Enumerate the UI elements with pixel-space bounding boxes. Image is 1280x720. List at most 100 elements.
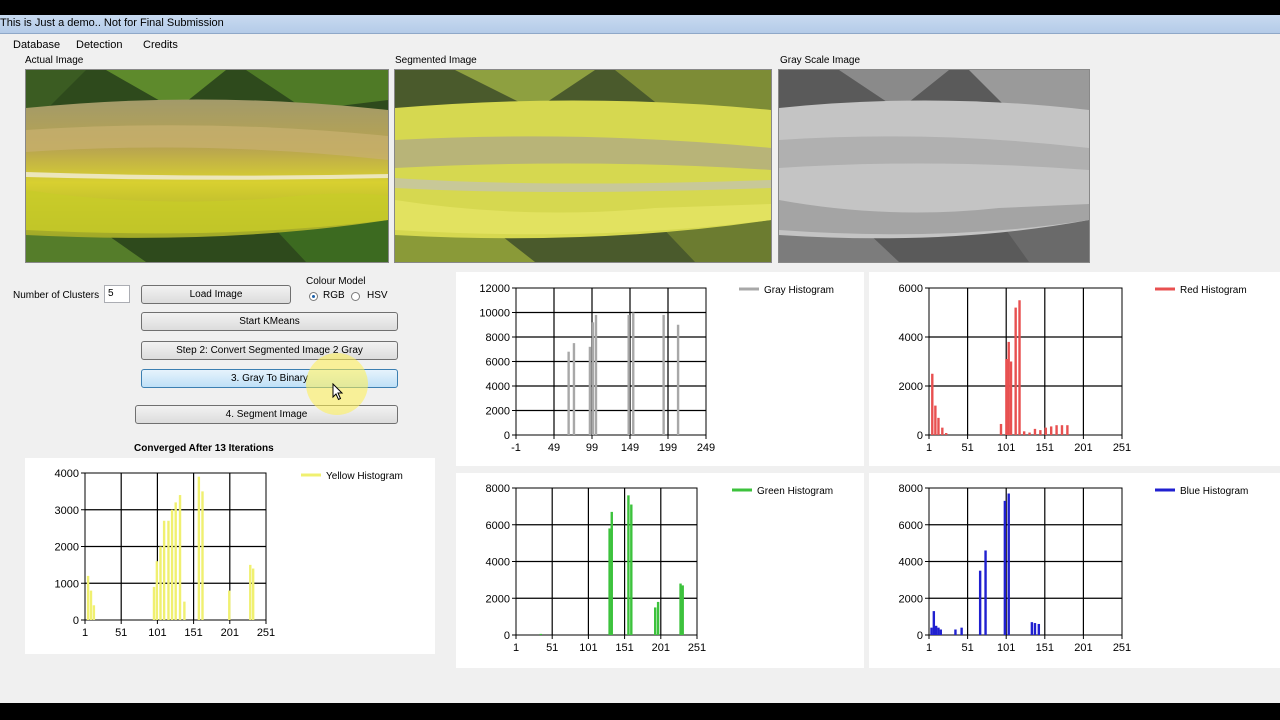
histogram-bar [681,585,684,635]
y-tick-label: 8000 [486,483,510,495]
histogram-bar [249,564,252,620]
segmented-image-label: Segmented Image [395,55,477,66]
histogram-bar [1049,426,1053,435]
histogram-bar [937,627,940,635]
histogram-bar [1009,361,1013,435]
x-tick-label: 251 [1113,442,1131,454]
x-tick-label: 101 [997,442,1015,454]
histogram-bar [539,633,543,635]
x-tick-label: 51 [115,627,127,639]
y-tick-label: 0 [917,430,923,442]
histogram-bar [978,570,982,635]
x-tick-label: 99 [586,442,598,454]
histogram-bar [1033,623,1037,635]
histogram-bar [201,491,204,620]
x-tick-label: 101 [148,627,166,639]
histogram-bar [183,601,186,620]
histogram-bar [941,427,944,435]
convert-gray-button[interactable]: Step 2: Convert Segmented Image 2 Gray [141,341,398,360]
segment-image-button[interactable]: 4. Segment Image [135,405,398,424]
y-tick-label: 4000 [899,332,923,344]
histogram-bar [960,627,963,635]
actual-image-label: Actual Image [25,55,84,66]
load-image-button[interactable]: Load Image [141,285,291,304]
menu-database[interactable]: Database [13,39,60,51]
x-tick-label: 201 [1074,642,1092,654]
hsv-label: HSV [367,290,388,301]
window-title: This is Just a demo.. Not for Final Subm… [0,17,224,29]
red-histogram-panel: 1 51 101 151 201 251 0 2000 4000 6000 Red Histogra… [869,272,1280,466]
histogram-bar [630,504,633,635]
histogram-bar [1005,359,1008,435]
y-tick-label: 2000 [486,406,510,418]
histogram-bar [944,433,948,435]
histogram-bar [1044,427,1047,435]
x-tick-label: 251 [1113,642,1131,654]
histogram-bar [92,605,96,620]
plot-area [928,287,1123,436]
clusters-input[interactable]: 5 [104,285,130,303]
x-tick-label: 1 [926,442,932,454]
hsv-radio[interactable] [351,292,360,301]
x-tick-label: 151 [184,627,202,639]
green-histogram-chart: 1 51 101 151 201 25102000400060008000 Green Hi… [486,483,834,654]
y-tick-label: 4000 [55,468,79,480]
blue-histogram-chart: 1 51 101 151 201 25102000400060008000 Blue His… [899,483,1249,654]
yellow-histogram-panel: 1 51 101 151 201 251 0 1000 2000 3000 4000 Yellow H… [25,458,435,654]
y-tick-label: 12000 [479,283,510,295]
histogram-bar [251,568,255,620]
y-tick-label: 3000 [55,505,79,517]
histogram-bar [610,511,613,635]
x-tick-label: 151 [1036,442,1054,454]
x-tick-label: 51 [546,642,558,654]
histogram-bar [934,405,937,435]
y-tick-label: 4000 [486,557,510,569]
histogram-bar [931,373,934,435]
x-tick-label: 101 [579,642,597,654]
y-tick-label: 4000 [899,557,923,569]
histogram-bar [588,346,592,435]
histogram-bar [932,611,936,635]
x-tick-label: 1 [82,627,88,639]
histogram-bar [608,528,611,635]
histogram-bar [934,625,938,635]
histogram-bar [1060,425,1064,435]
histogram-bar [228,590,231,620]
x-tick-label: 251 [257,627,275,639]
histogram-bar [1030,622,1034,635]
histogram-bar [1037,623,1041,635]
y-tick-label: 2000 [899,381,923,393]
x-tick-label: 51 [961,442,973,454]
y-tick-label: 6000 [899,283,923,295]
histogram-bar [178,495,182,620]
histogram-bar [676,324,680,435]
histogram-bar [167,520,170,620]
histogram-bar [567,351,570,435]
menu-credits[interactable]: Credits [143,39,178,51]
y-tick-label: 6000 [486,520,510,532]
start-kmeans-button[interactable]: Start KMeans [141,312,398,331]
histogram-bar [656,601,660,635]
histogram-bar [937,417,940,435]
histogram-bar [174,502,177,620]
y-tick-label: 0 [917,630,923,642]
histogram-bar [954,629,957,635]
x-tick-label: 101 [997,642,1015,654]
menu-detection[interactable]: Detection [76,39,122,51]
histogram-bar [654,607,657,635]
y-tick-label: 0 [73,615,79,627]
x-tick-label: 151 [615,642,633,654]
y-tick-label: 2000 [55,542,79,554]
histogram-bar [152,586,156,620]
legend-label: Red Histogram [1180,285,1247,296]
histogram-bar [627,314,630,435]
rgb-radio[interactable] [309,292,318,301]
legend-label: Green Histogram [757,486,833,497]
histogram-bar [89,590,93,620]
histogram-bar [197,476,201,620]
green-histogram-panel: 1 51 101 151 201 251 0 2000 4000 6000 8000 Green Hi… [456,473,864,668]
x-tick-label: 151 [1036,642,1054,654]
histogram-bar [1066,425,1069,435]
x-tick-label: 49 [548,442,560,454]
y-tick-label: 6000 [899,520,923,532]
